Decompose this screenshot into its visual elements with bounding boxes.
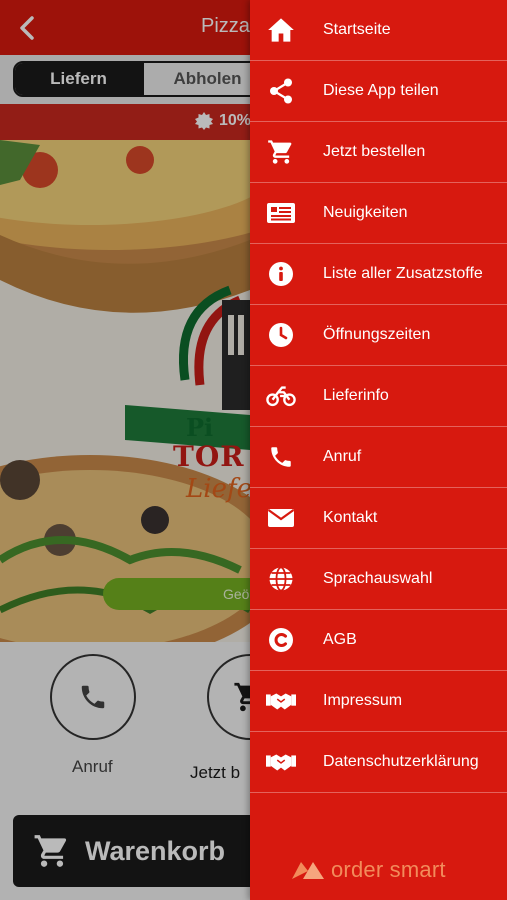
menu-item-label: Öffnungszeiten bbox=[323, 326, 431, 343]
menu-item-opening-hours[interactable]: Öffnungszeiten bbox=[250, 305, 507, 366]
menu-item-language[interactable]: Sprachauswahl bbox=[250, 549, 507, 610]
menu-item-call[interactable]: Anruf bbox=[250, 427, 507, 488]
menu-item-imprint[interactable]: Impressum bbox=[250, 671, 507, 732]
menu-item-startseite[interactable]: Startseite bbox=[250, 0, 507, 61]
globe-icon bbox=[266, 564, 296, 594]
copyright-icon bbox=[266, 625, 296, 655]
menu-item-order-now[interactable]: Jetzt bestellen bbox=[250, 122, 507, 183]
menu-item-agb[interactable]: AGB bbox=[250, 610, 507, 671]
mail-icon bbox=[266, 503, 296, 533]
menu-item-label: Jetzt bestellen bbox=[323, 143, 426, 160]
clock-icon bbox=[266, 320, 296, 350]
order-smart-brand-text: order smart bbox=[331, 857, 446, 882]
menu-item-contact[interactable]: Kontakt bbox=[250, 488, 507, 549]
menu-item-label: Startseite bbox=[323, 21, 391, 38]
cart-icon bbox=[266, 137, 296, 167]
info-icon bbox=[266, 259, 296, 289]
order-smart-logo: order smart bbox=[291, 857, 446, 883]
share-icon bbox=[266, 76, 296, 106]
phone-icon bbox=[266, 442, 296, 472]
menu-item-label: Lieferinfo bbox=[323, 387, 389, 404]
menu-item-privacy[interactable]: Datenschutzerklärung bbox=[250, 732, 507, 793]
menu-item-news[interactable]: Neuigkeiten bbox=[250, 183, 507, 244]
menu-item-additives[interactable]: Liste aller Zusatzstoffe bbox=[250, 244, 507, 305]
order-smart-logo-icon bbox=[292, 862, 324, 879]
menu-item-label: AGB bbox=[323, 631, 357, 648]
handshake-icon bbox=[266, 747, 296, 777]
news-icon bbox=[266, 198, 296, 228]
menu-item-label: Anruf bbox=[323, 448, 362, 465]
menu-item-label: Sprachauswahl bbox=[323, 570, 433, 587]
motorcycle-icon bbox=[266, 381, 296, 411]
menu-item-label: Liste aller Zusatzstoffe bbox=[323, 265, 483, 282]
menu-item-label: Datenschutzerklärung bbox=[323, 753, 479, 770]
handshake-icon bbox=[266, 686, 296, 716]
menu-item-label: Neuigkeiten bbox=[323, 204, 408, 221]
menu-item-label: Impressum bbox=[323, 692, 403, 709]
drawer-backdrop[interactable] bbox=[0, 0, 250, 900]
home-icon bbox=[266, 15, 296, 45]
menu-item-delivery-info[interactable]: Lieferinfo bbox=[250, 366, 507, 427]
menu-item-label: Diese App teilen bbox=[323, 82, 439, 99]
navigation-drawer: Startseite Diese App teilen Jetzt bestel… bbox=[250, 0, 507, 900]
menu-item-label: Kontakt bbox=[323, 509, 378, 526]
menu-item-share-app[interactable]: Diese App teilen bbox=[250, 61, 507, 122]
